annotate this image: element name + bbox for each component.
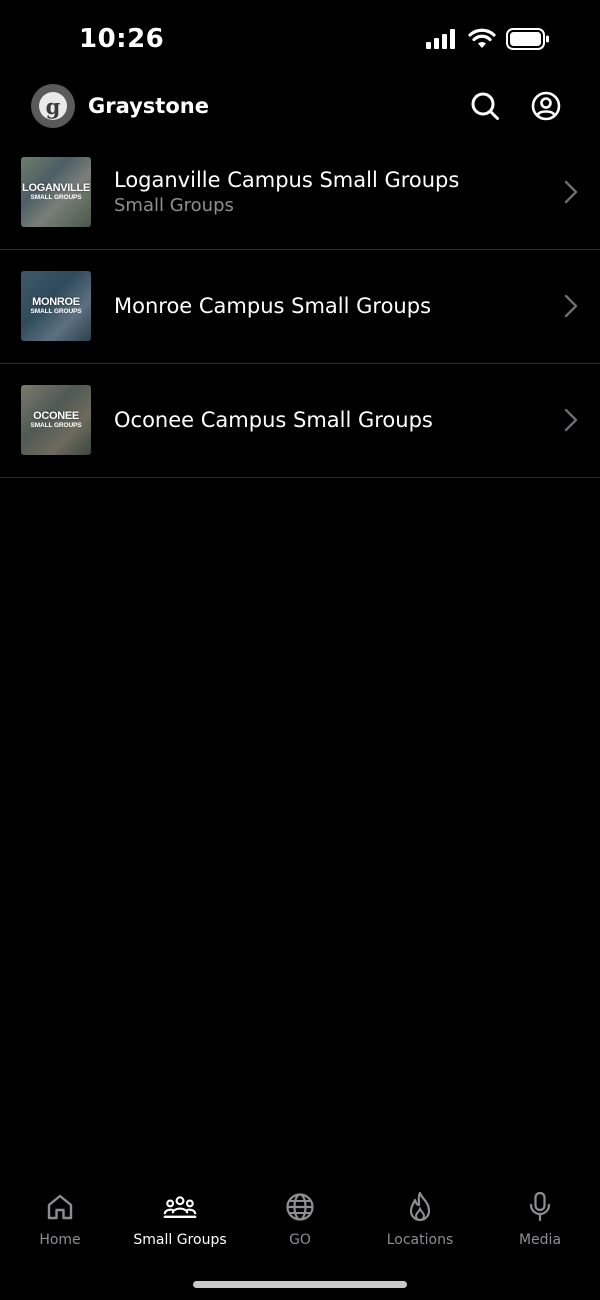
search-button[interactable]	[469, 90, 501, 122]
row-text: Oconee Campus Small Groups	[114, 364, 433, 477]
search-icon	[471, 92, 499, 120]
group-title: Oconee Campus Small Groups	[114, 408, 433, 432]
battery-icon	[506, 28, 550, 55]
home-icon	[43, 1190, 77, 1224]
chevron-right-icon	[564, 180, 578, 204]
tab-media[interactable]: Media	[480, 1190, 600, 1260]
profile-button[interactable]	[530, 90, 562, 122]
group-title: Monroe Campus Small Groups	[114, 294, 432, 318]
tab-small-groups[interactable]: Small Groups	[120, 1190, 240, 1260]
row-text: Monroe Campus Small Groups	[114, 250, 431, 363]
group-thumbnail: LOGANVILLE SMALL GROUPS	[21, 157, 91, 227]
group-subtitle: Small Groups	[114, 195, 234, 216]
tab-label: Small Groups	[133, 1232, 227, 1248]
chevron-right-icon	[564, 408, 578, 432]
list-item-monroe[interactable]: MONROE SMALL GROUPS Monroe Campus Small …	[0, 250, 600, 364]
group-thumbnail: MONROE SMALL GROUPS	[21, 271, 91, 341]
tab-locations[interactable]: Locations	[360, 1190, 480, 1260]
people-group-icon	[163, 1190, 197, 1224]
chevron-right-icon	[564, 294, 578, 318]
tab-label: Home	[39, 1232, 81, 1248]
status-icons	[426, 28, 550, 55]
tab-label: Locations	[386, 1232, 454, 1248]
wifi-icon	[468, 28, 496, 55]
thumbnail-subtitle: SMALL GROUPS	[30, 193, 82, 201]
thumbnail-title: LOGANVILLE	[22, 181, 90, 194]
logo-letter: g	[39, 92, 67, 120]
cellular-signal-icon	[426, 29, 458, 54]
app-header: g Graystone	[0, 82, 600, 130]
tab-home[interactable]: Home	[0, 1190, 120, 1260]
group-thumbnail: OCONEE SMALL GROUPS	[21, 385, 91, 455]
app-name: Graystone	[88, 94, 209, 118]
tab-label: GO	[289, 1232, 311, 1248]
list-item-oconee[interactable]: OCONEE SMALL GROUPS Oconee Campus Small …	[0, 364, 600, 478]
tab-go[interactable]: GO	[240, 1190, 360, 1260]
status-time: 10:26	[79, 24, 165, 54]
thumbnail-subtitle: SMALL GROUPS	[30, 421, 82, 429]
list-item-loganville[interactable]: LOGANVILLE SMALL GROUPS Loganville Campu…	[0, 136, 600, 250]
tab-label: Media	[518, 1232, 562, 1248]
group-title: Loganville Campus Small Groups	[114, 168, 460, 192]
small-groups-list: LOGANVILLE SMALL GROUPS Loganville Campu…	[0, 136, 600, 478]
microphone-icon	[523, 1190, 557, 1224]
row-text: Loganville Campus Small Groups Small Gro…	[114, 136, 459, 249]
app-screen: 10:26 g Graystone LOGANVILLE SMALL GROUP…	[0, 0, 600, 1300]
profile-icon	[531, 91, 561, 121]
status-bar: 10:26	[0, 0, 600, 80]
thumbnail-title: OCONEE	[33, 409, 79, 422]
thumbnail-title: MONROE	[32, 295, 80, 308]
brand-logo[interactable]: g	[31, 84, 75, 128]
flame-icon	[403, 1190, 437, 1224]
thumbnail-subtitle: SMALL GROUPS	[30, 307, 82, 315]
globe-icon	[283, 1190, 317, 1224]
home-indicator	[193, 1281, 407, 1288]
tab-bar: Home Small Groups GO Locations Media	[0, 1190, 600, 1260]
